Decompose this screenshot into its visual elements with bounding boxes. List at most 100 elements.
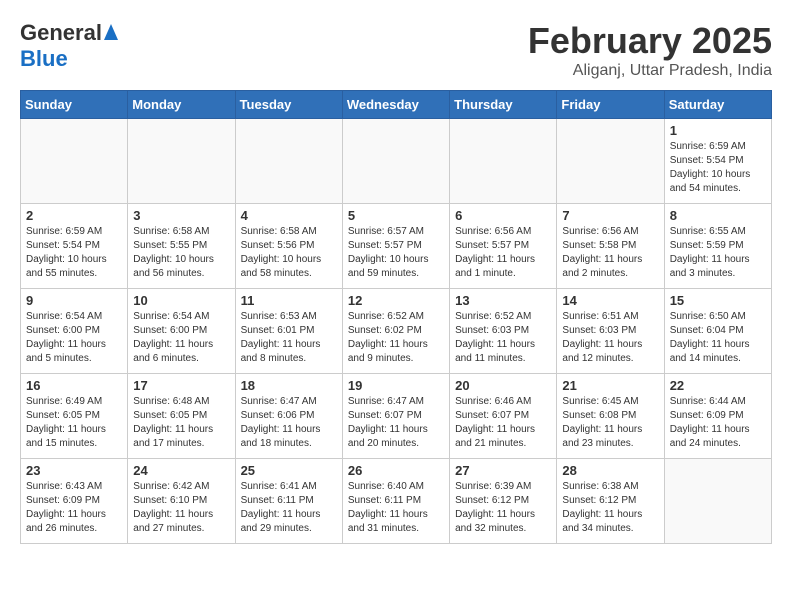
weekday-header-row: SundayMondayTuesdayWednesdayThursdayFrid… bbox=[21, 91, 772, 119]
day-info: Sunrise: 6:56 AM Sunset: 5:58 PM Dayligh… bbox=[562, 225, 658, 281]
day-info: Sunrise: 6:48 AM Sunset: 6:05 PM Dayligh… bbox=[133, 395, 229, 451]
day-number: 25 bbox=[241, 463, 337, 478]
day-number: 14 bbox=[562, 293, 658, 308]
day-info: Sunrise: 6:40 AM Sunset: 6:11 PM Dayligh… bbox=[348, 480, 444, 536]
day-info: Sunrise: 6:45 AM Sunset: 6:08 PM Dayligh… bbox=[562, 395, 658, 451]
calendar-cell: 11Sunrise: 6:53 AM Sunset: 6:01 PM Dayli… bbox=[235, 289, 342, 374]
day-info: Sunrise: 6:49 AM Sunset: 6:05 PM Dayligh… bbox=[26, 395, 122, 451]
weekday-header-sunday: Sunday bbox=[21, 91, 128, 119]
calendar-cell: 10 Sunrise: 6:54 AM Sunset: 6:00 PM Dayli… bbox=[128, 289, 235, 374]
day-number: 3 bbox=[133, 208, 229, 223]
calendar-cell bbox=[21, 119, 128, 204]
day-number: 27 bbox=[455, 463, 551, 478]
calendar-cell bbox=[128, 119, 235, 204]
page-header: General Blue February 2025 Aliganj, Utta… bbox=[20, 20, 772, 80]
calendar-cell: 22Sunrise: 6:44 AM Sunset: 6:09 PM Dayli… bbox=[664, 374, 771, 459]
logo-blue: Blue bbox=[20, 46, 68, 71]
calendar-cell: 28 Sunrise: 6:38 AM Sunset: 6:12 PM Dayli… bbox=[557, 459, 664, 544]
day-number: 28 bbox=[562, 463, 658, 478]
calendar-cell bbox=[664, 459, 771, 544]
day-number: 10 bbox=[133, 293, 229, 308]
weekday-header-saturday: Saturday bbox=[664, 91, 771, 119]
day-info: Sunrise: 6:42 AM Sunset: 6:10 PM Dayligh… bbox=[133, 480, 229, 536]
calendar-cell: 1 Sunrise: 6:59 AM Sunset: 5:54 PM Daylig… bbox=[664, 119, 771, 204]
weekday-header-tuesday: Tuesday bbox=[235, 91, 342, 119]
calendar-cell bbox=[342, 119, 449, 204]
day-number: 16 bbox=[26, 378, 122, 393]
week-row-2: 9 Sunrise: 6:54 AM Sunset: 6:00 PM Daylig… bbox=[21, 289, 772, 374]
calendar-cell bbox=[557, 119, 664, 204]
title-area: February 2025 Aliganj, Uttar Pradesh, In… bbox=[528, 20, 772, 80]
calendar-cell: 15 Sunrise: 6:50 AM Sunset: 6:04 PM Dayli… bbox=[664, 289, 771, 374]
calendar-cell: 27 Sunrise: 6:39 AM Sunset: 6:12 PM Dayli… bbox=[450, 459, 557, 544]
day-number: 20 bbox=[455, 378, 551, 393]
day-info: Sunrise: 6:47 AM Sunset: 6:06 PM Dayligh… bbox=[241, 395, 337, 451]
calendar-cell bbox=[235, 119, 342, 204]
day-number: 9 bbox=[26, 293, 122, 308]
calendar-cell: 25 Sunrise: 6:41 AM Sunset: 6:11 PM Dayli… bbox=[235, 459, 342, 544]
day-info: Sunrise: 6:46 AM Sunset: 6:07 PM Dayligh… bbox=[455, 395, 551, 451]
day-number: 12 bbox=[348, 293, 444, 308]
day-number: 7 bbox=[562, 208, 658, 223]
calendar-cell: 5 Sunrise: 6:57 AM Sunset: 5:57 PM Daylig… bbox=[342, 204, 449, 289]
calendar-cell: 26Sunrise: 6:40 AM Sunset: 6:11 PM Dayli… bbox=[342, 459, 449, 544]
calendar-cell: 3 Sunrise: 6:58 AM Sunset: 5:55 PM Daylig… bbox=[128, 204, 235, 289]
calendar-cell: 8Sunrise: 6:55 AM Sunset: 5:59 PM Daylig… bbox=[664, 204, 771, 289]
day-info: Sunrise: 6:58 AM Sunset: 5:56 PM Dayligh… bbox=[241, 225, 337, 281]
day-number: 23 bbox=[26, 463, 122, 478]
calendar-cell: 7 Sunrise: 6:56 AM Sunset: 5:58 PM Daylig… bbox=[557, 204, 664, 289]
calendar-cell: 16 Sunrise: 6:49 AM Sunset: 6:05 PM Dayli… bbox=[21, 374, 128, 459]
week-row-3: 16 Sunrise: 6:49 AM Sunset: 6:05 PM Dayli… bbox=[21, 374, 772, 459]
logo-triangle-icon bbox=[104, 24, 118, 45]
day-info: Sunrise: 6:38 AM Sunset: 6:12 PM Dayligh… bbox=[562, 480, 658, 536]
calendar-cell: 17 Sunrise: 6:48 AM Sunset: 6:05 PM Dayli… bbox=[128, 374, 235, 459]
weekday-header-friday: Friday bbox=[557, 91, 664, 119]
week-row-4: 23 Sunrise: 6:43 AM Sunset: 6:09 PM Dayli… bbox=[21, 459, 772, 544]
day-info: Sunrise: 6:50 AM Sunset: 6:04 PM Dayligh… bbox=[670, 310, 766, 366]
day-info: Sunrise: 6:51 AM Sunset: 6:03 PM Dayligh… bbox=[562, 310, 658, 366]
day-number: 15 bbox=[670, 293, 766, 308]
calendar-cell: 24 Sunrise: 6:42 AM Sunset: 6:10 PM Dayli… bbox=[128, 459, 235, 544]
day-info: Sunrise: 6:59 AM Sunset: 5:54 PM Dayligh… bbox=[26, 225, 122, 281]
calendar-cell: 9 Sunrise: 6:54 AM Sunset: 6:00 PM Daylig… bbox=[21, 289, 128, 374]
day-info: Sunrise: 6:52 AM Sunset: 6:02 PM Dayligh… bbox=[348, 310, 444, 366]
day-info: Sunrise: 6:52 AM Sunset: 6:03 PM Dayligh… bbox=[455, 310, 551, 366]
day-info: Sunrise: 6:43 AM Sunset: 6:09 PM Dayligh… bbox=[26, 480, 122, 536]
day-number: 6 bbox=[455, 208, 551, 223]
weekday-header-thursday: Thursday bbox=[450, 91, 557, 119]
day-number: 18 bbox=[241, 378, 337, 393]
day-number: 1 bbox=[670, 123, 766, 138]
day-info: Sunrise: 6:54 AM Sunset: 6:00 PM Dayligh… bbox=[26, 310, 122, 366]
day-info: Sunrise: 6:41 AM Sunset: 6:11 PM Dayligh… bbox=[241, 480, 337, 536]
calendar-cell: 6 Sunrise: 6:56 AM Sunset: 5:57 PM Daylig… bbox=[450, 204, 557, 289]
calendar-cell: 19Sunrise: 6:47 AM Sunset: 6:07 PM Dayli… bbox=[342, 374, 449, 459]
calendar-cell: 23 Sunrise: 6:43 AM Sunset: 6:09 PM Dayli… bbox=[21, 459, 128, 544]
day-number: 17 bbox=[133, 378, 229, 393]
calendar-cell: 21 Sunrise: 6:45 AM Sunset: 6:08 PM Dayli… bbox=[557, 374, 664, 459]
week-row-0: 1 Sunrise: 6:59 AM Sunset: 5:54 PM Daylig… bbox=[21, 119, 772, 204]
calendar-cell bbox=[450, 119, 557, 204]
day-number: 13 bbox=[455, 293, 551, 308]
calendar-cell: 2 Sunrise: 6:59 AM Sunset: 5:54 PM Daylig… bbox=[21, 204, 128, 289]
week-row-1: 2 Sunrise: 6:59 AM Sunset: 5:54 PM Daylig… bbox=[21, 204, 772, 289]
day-info: Sunrise: 6:56 AM Sunset: 5:57 PM Dayligh… bbox=[455, 225, 551, 281]
day-number: 22 bbox=[670, 378, 766, 393]
day-number: 24 bbox=[133, 463, 229, 478]
location: Aliganj, Uttar Pradesh, India bbox=[528, 62, 772, 80]
day-info: Sunrise: 6:54 AM Sunset: 6:00 PM Dayligh… bbox=[133, 310, 229, 366]
calendar-cell: 4 Sunrise: 6:58 AM Sunset: 5:56 PM Daylig… bbox=[235, 204, 342, 289]
day-info: Sunrise: 6:39 AM Sunset: 6:12 PM Dayligh… bbox=[455, 480, 551, 536]
day-info: Sunrise: 6:58 AM Sunset: 5:55 PM Dayligh… bbox=[133, 225, 229, 281]
day-info: Sunrise: 6:59 AM Sunset: 5:54 PM Dayligh… bbox=[670, 140, 766, 196]
calendar-cell: 18 Sunrise: 6:47 AM Sunset: 6:06 PM Dayli… bbox=[235, 374, 342, 459]
calendar-cell: 14 Sunrise: 6:51 AM Sunset: 6:03 PM Dayli… bbox=[557, 289, 664, 374]
day-info: Sunrise: 6:57 AM Sunset: 5:57 PM Dayligh… bbox=[348, 225, 444, 281]
day-number: 8 bbox=[670, 208, 766, 223]
day-number: 2 bbox=[26, 208, 122, 223]
day-number: 21 bbox=[562, 378, 658, 393]
day-number: 4 bbox=[241, 208, 337, 223]
day-info: Sunrise: 6:53 AM Sunset: 6:01 PM Dayligh… bbox=[241, 310, 337, 366]
day-number: 19 bbox=[348, 378, 444, 393]
calendar-cell: 13 Sunrise: 6:52 AM Sunset: 6:03 PM Dayli… bbox=[450, 289, 557, 374]
day-number: 5 bbox=[348, 208, 444, 223]
